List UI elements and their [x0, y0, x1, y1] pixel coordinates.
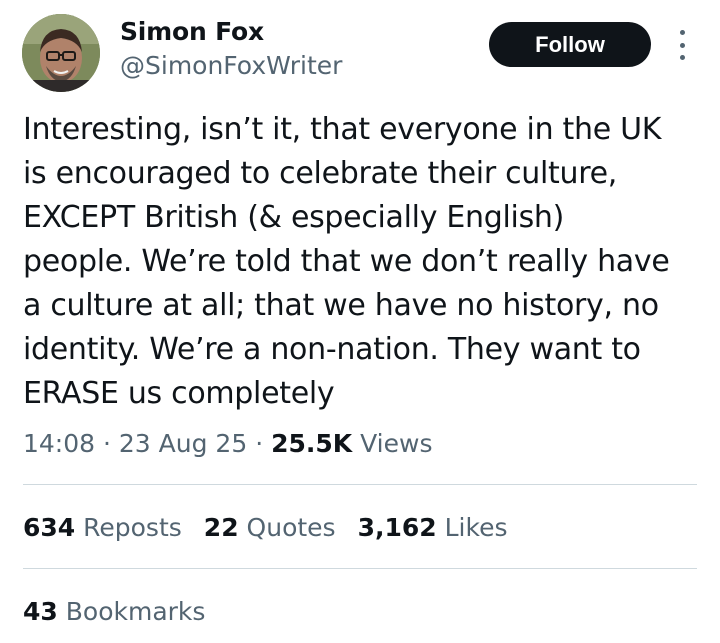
- reposts-count: 634: [23, 513, 76, 542]
- author-name[interactable]: Simon Fox: [120, 16, 264, 48]
- separator: ·: [255, 429, 264, 458]
- post-time[interactable]: 14:08: [23, 429, 95, 458]
- tweet: Simon Fox @SimonFoxWriter Follow Interes…: [0, 0, 720, 643]
- dot: [679, 42, 685, 48]
- separator: ·: [103, 429, 111, 458]
- vertical-ellipsis-icon[interactable]: [672, 30, 692, 60]
- divider: [23, 484, 697, 485]
- follow-button[interactable]: Follow: [489, 22, 651, 67]
- user-avatar-photo: [22, 14, 100, 92]
- reposts-stat[interactable]: 634 Reposts: [23, 508, 182, 548]
- bookmarks-count: 43: [23, 597, 58, 626]
- reposts-label: Reposts: [83, 513, 182, 542]
- views-label: Views: [360, 429, 433, 458]
- avatar[interactable]: [22, 14, 100, 92]
- views-count: 25.5K: [271, 429, 353, 458]
- likes-stat[interactable]: 3,162 Likes: [358, 508, 508, 548]
- post-meta: 14:08 · 23 Aug 25 · 25.5K Views: [23, 424, 432, 464]
- dot: [679, 30, 685, 35]
- quotes-count: 22: [203, 513, 239, 542]
- author-handle[interactable]: @SimonFoxWriter: [120, 50, 342, 82]
- bookmarks-stat[interactable]: 43 Bookmarks: [23, 592, 205, 632]
- bookmarks-label: Bookmarks: [65, 597, 206, 626]
- post-text: Interesting, isn’t it, that everyone in …: [23, 112, 670, 411]
- quotes-stat[interactable]: 22 Quotes: [204, 508, 336, 548]
- likes-label: Likes: [444, 513, 508, 542]
- engagement-stats: 634 Reposts 22 Quotes 3,162 Likes: [23, 508, 507, 548]
- likes-count: 3,162: [357, 513, 437, 542]
- post-date[interactable]: 23 Aug 25: [119, 429, 247, 458]
- quotes-label: Quotes: [246, 513, 336, 542]
- divider: [23, 568, 697, 569]
- dot: [679, 55, 685, 60]
